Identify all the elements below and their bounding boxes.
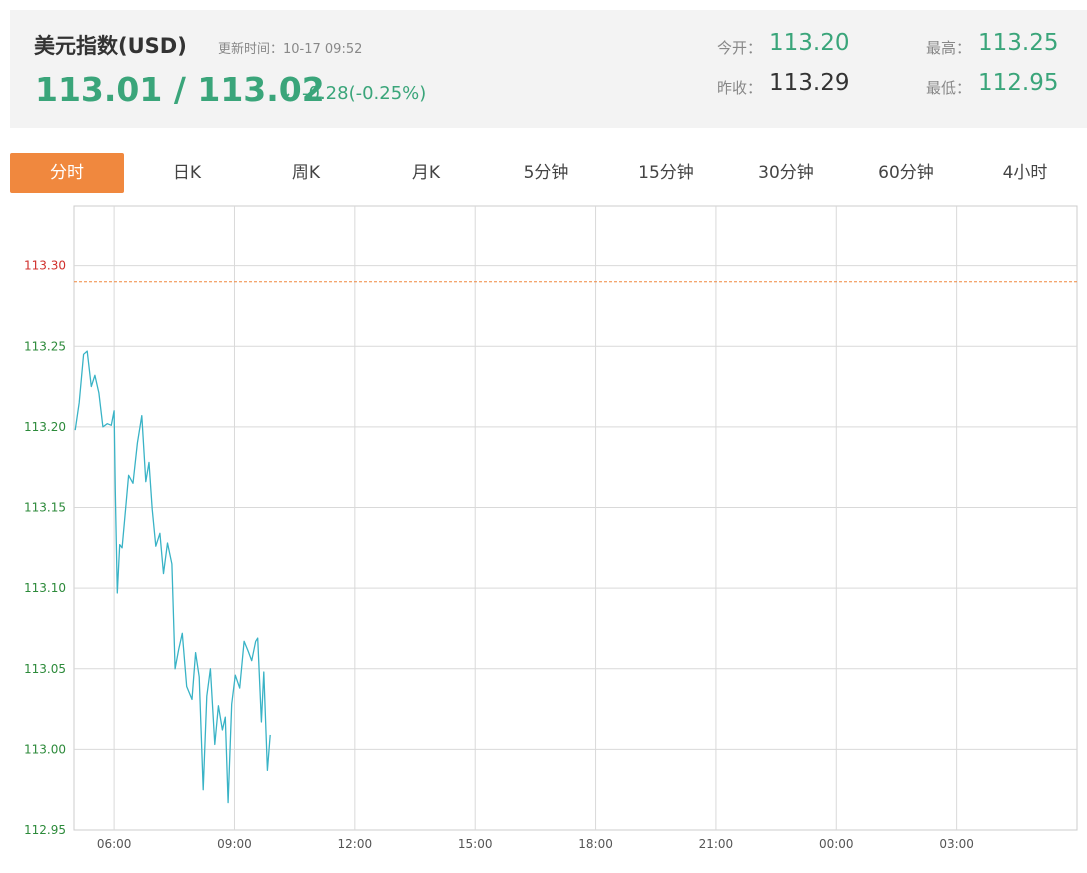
x-tick-label: 18:00 (578, 837, 613, 851)
plot-frame (73, 205, 1078, 831)
update-time: 更新时间：10-17 09:52 (218, 42, 363, 57)
x-tick-label: 12:00 (338, 837, 373, 851)
y-tick-label: 113.25 (24, 339, 66, 353)
high-value: 113.25 (978, 30, 1059, 56)
y-tick-label: 113.10 (24, 581, 66, 595)
prev-close-label: 昨收： (717, 79, 763, 97)
instrument-title: 美元指数(USD) (34, 34, 187, 58)
tab-4hour[interactable]: 4小时 (968, 153, 1082, 193)
y-tick-label: 113.05 (24, 662, 66, 676)
price-change: -0.28(-0.25%) (302, 83, 427, 104)
y-tick-label: 112.95 (24, 823, 66, 837)
x-tick-label: 09:00 (217, 837, 252, 851)
y-tick-label: 113.15 (24, 501, 66, 515)
quote-header: 美元指数(USD) 更新时间：10-17 09:52 113.01 / 113.… (10, 10, 1087, 128)
price-line (74, 350, 271, 804)
tab-15min[interactable]: 15分钟 (609, 153, 723, 193)
open-value: 113.20 (769, 30, 850, 56)
tab-intraday[interactable]: 分时 (10, 153, 124, 193)
x-tick-label: 00:00 (819, 837, 854, 851)
x-tick-label: 03:00 (939, 837, 974, 851)
tab-monthly-k[interactable]: 月K (369, 153, 483, 193)
tab-weekly-k[interactable]: 周K (249, 153, 363, 193)
open-label: 今开： (717, 39, 763, 57)
tab-daily-k[interactable]: 日K (130, 153, 244, 193)
tab-30min[interactable]: 30分钟 (729, 153, 843, 193)
y-tick-label: 113.00 (24, 742, 66, 756)
low-value: 112.95 (978, 70, 1059, 96)
x-tick-label: 21:00 (699, 837, 734, 851)
low-label: 最低： (926, 79, 972, 97)
y-tick-label: 113.20 (24, 420, 66, 434)
prev-close-value: 113.29 (769, 70, 850, 96)
intraday-chart: 113.30 113.25 113.20 113.15 113.10 113.05 113.… (24, 205, 1078, 851)
tab-60min[interactable]: 60分钟 (849, 153, 963, 193)
tab-5min[interactable]: 5分钟 (489, 153, 603, 193)
timeframe-tabs: 分时 日K 周K 月K 5分钟 15分钟 30分钟 60分钟 4小时 (10, 153, 1087, 193)
arrow-down-icon: ↓ (278, 82, 294, 103)
x-tick-label: 15:00 (458, 837, 493, 851)
high-label: 最高： (926, 39, 972, 57)
x-tick-label: 06:00 (97, 837, 132, 851)
y-tick-label: 113.30 (24, 259, 66, 273)
